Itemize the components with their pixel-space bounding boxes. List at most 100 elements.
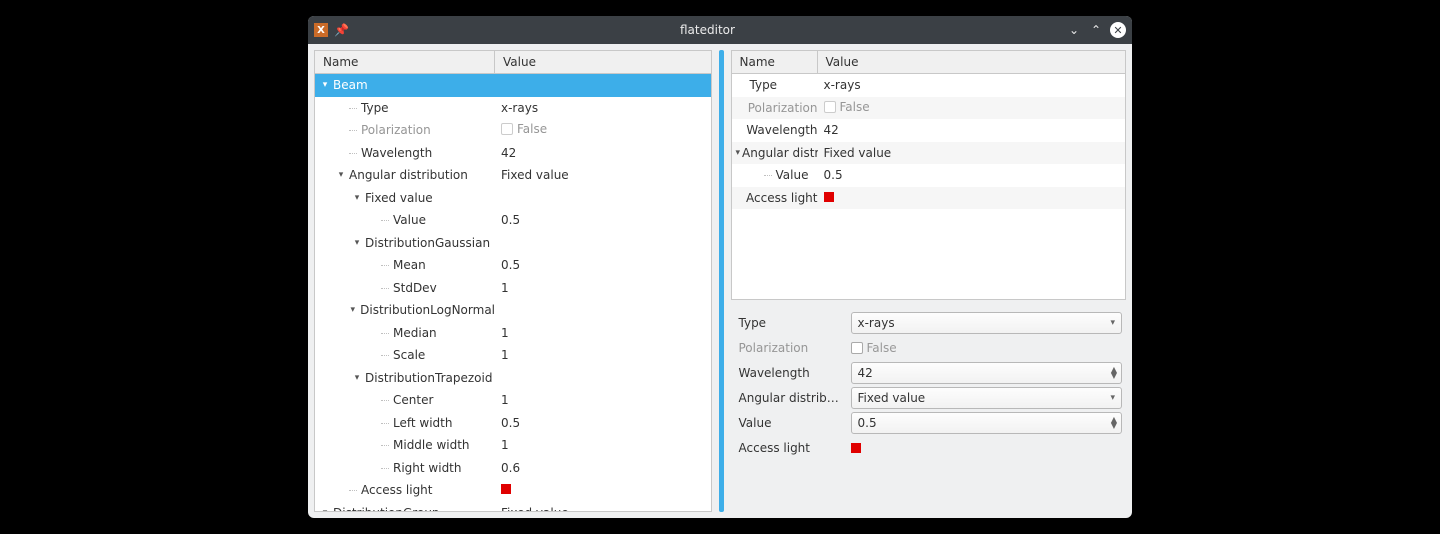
tree-node-value: 1 xyxy=(495,438,711,452)
color-swatch xyxy=(824,192,834,202)
tree-pane-right-top: Name Value Type x-rays PolarizationFalseWa… xyxy=(731,50,1127,300)
form-label: Angular distribution xyxy=(735,391,845,405)
form-pane: Typex-rays▾PolarizationFalseWavelength42… xyxy=(731,306,1127,512)
tree-row[interactable]: ▾DistributionGaussian xyxy=(315,232,711,255)
tree-node-value: Fixed value xyxy=(818,146,1126,160)
chevron-down-icon[interactable]: ▾ xyxy=(351,373,363,383)
dropdown-field[interactable]: x-rays▾ xyxy=(851,312,1123,334)
spinner-icon[interactable]: ▲▼ xyxy=(1111,417,1117,429)
tree-node-label: StdDev xyxy=(393,281,437,295)
tree-node-label: Median xyxy=(393,326,437,340)
chevron-down-icon: ▾ xyxy=(1110,318,1115,328)
splitter-vertical[interactable] xyxy=(719,50,724,512)
tree-row[interactable]: ▾Angular distri...Fixed value xyxy=(732,142,1126,165)
tree-row[interactable]: PolarizationFalse xyxy=(315,119,711,142)
close-button[interactable]: ✕ xyxy=(1110,22,1126,38)
col-value-header[interactable]: Value xyxy=(818,51,1126,73)
minimize-button[interactable]: ⌄ xyxy=(1066,22,1082,38)
tree-node-label: DistributionTrapezoid xyxy=(365,371,492,385)
tree-row[interactable]: Access light xyxy=(732,187,1126,210)
chevron-down-icon[interactable]: ▾ xyxy=(319,80,331,90)
tree-row[interactable]: ▾DistributionTrapezoid xyxy=(315,367,711,390)
tree-node-label: DistributionGroup xyxy=(333,506,440,511)
tree-row[interactable]: Access light xyxy=(315,479,711,502)
col-name-header[interactable]: Name xyxy=(732,51,818,73)
chevron-down-icon[interactable]: ▾ xyxy=(736,148,741,158)
left-tree-body[interactable]: ▾Beam Type x-rays PolarizationFalseWaveleng… xyxy=(315,74,711,511)
form-row: PolarizationFalse xyxy=(735,335,1123,360)
tree-row[interactable]: Right width 0.6 xyxy=(315,457,711,480)
tree-row[interactable]: Center1 xyxy=(315,389,711,412)
tree-row[interactable]: StdDev 1 xyxy=(315,277,711,300)
spin-field[interactable]: 42▲▼ xyxy=(851,362,1123,384)
tree-node-value: 0.5 xyxy=(495,213,711,227)
tree-node-value: 0.5 xyxy=(495,416,711,430)
app-icon: X xyxy=(314,23,328,37)
color-swatch xyxy=(501,484,511,494)
chevron-down-icon[interactable]: ▾ xyxy=(351,238,363,248)
chevron-down-icon[interactable]: ▾ xyxy=(319,508,331,511)
tree-node-value: Fixed value xyxy=(495,168,711,182)
pin-icon[interactable]: 📌 xyxy=(334,23,349,37)
tree-row[interactable]: Median 1 xyxy=(315,322,711,345)
window-title: flateditor xyxy=(349,23,1066,37)
tree-node-label: Left width xyxy=(393,416,452,430)
tree-node-label: Polarization xyxy=(748,101,818,115)
tree-node-label: Mean xyxy=(393,258,426,272)
checkbox-icon xyxy=(501,123,513,135)
tree-row[interactable]: Scale 1 xyxy=(315,344,711,367)
tree-node-label: Type xyxy=(361,101,389,115)
spin-field[interactable]: 0.5▲▼ xyxy=(851,412,1123,434)
chevron-down-icon[interactable]: ▾ xyxy=(335,170,347,180)
form-row: Wavelength42▲▼ xyxy=(735,360,1123,385)
tree-node-label: Angular distribution xyxy=(349,168,468,182)
tree-node-value: x-rays xyxy=(818,78,1126,92)
tree-row[interactable]: Left width 0.5 xyxy=(315,412,711,435)
tree-node-label: Polarization xyxy=(361,123,431,137)
titlebar[interactable]: X 📌 flateditor ⌄ ⌃ ✕ xyxy=(308,16,1132,44)
tree-node-value: 42 xyxy=(495,146,711,160)
tree-node-label: Middle width xyxy=(393,438,470,452)
chevron-down-icon: ▾ xyxy=(1110,393,1115,403)
dropdown-field[interactable]: Fixed value▾ xyxy=(851,387,1123,409)
form-row: Value0.5▲▼ xyxy=(735,410,1123,435)
tree-node-label: Fixed value xyxy=(365,191,433,205)
tree-row[interactable]: Mean0.5 xyxy=(315,254,711,277)
form-row: Access light xyxy=(735,435,1123,460)
tree-row[interactable]: Value0.5 xyxy=(732,164,1126,187)
spinner-icon[interactable]: ▲▼ xyxy=(1111,367,1117,379)
checkbox-field: False xyxy=(851,337,1123,359)
tree-row[interactable]: PolarizationFalse xyxy=(732,97,1126,120)
tree-node-label: Right width xyxy=(393,461,462,475)
checkbox-icon xyxy=(824,101,836,113)
tree-row[interactable]: Wavelength42 xyxy=(315,142,711,165)
tree-row[interactable]: Middle width 1 xyxy=(315,434,711,457)
tree-node-value: 1 xyxy=(495,281,711,295)
checkbox-icon xyxy=(851,342,863,354)
tree-row[interactable]: Wavelength42 xyxy=(732,119,1126,142)
color-swatch[interactable] xyxy=(851,443,861,453)
tree-node-value: 0.6 xyxy=(495,461,711,475)
tree-node-value: x-rays xyxy=(495,101,711,115)
tree-node-label: Scale xyxy=(393,348,425,362)
tree-node-value xyxy=(495,483,711,497)
maximize-button[interactable]: ⌃ xyxy=(1088,22,1104,38)
tree-node-value: 42 xyxy=(818,123,1126,137)
tree-node-label: Type xyxy=(750,78,778,92)
tree-row[interactable]: ▾DistributionGroupFixed value xyxy=(315,502,711,512)
tree-row[interactable]: ▾Beam xyxy=(315,74,711,97)
col-value-header[interactable]: Value xyxy=(495,51,711,73)
tree-row[interactable]: ▾DistributionLogNormal xyxy=(315,299,711,322)
right-tree-body[interactable]: Typex-raysPolarizationFalseWavelength42▾… xyxy=(732,74,1126,209)
chevron-down-icon[interactable]: ▾ xyxy=(351,193,363,203)
col-name-header[interactable]: Name xyxy=(315,51,495,73)
tree-node-value: 1 xyxy=(495,348,711,362)
tree-node-value: 1 xyxy=(495,326,711,340)
tree-row[interactable]: ▾Angular distribution Fixed value xyxy=(315,164,711,187)
tree-node-value xyxy=(818,191,1126,205)
tree-row[interactable]: Value0.5 xyxy=(315,209,711,232)
tree-row[interactable]: Type x-rays xyxy=(732,74,1126,97)
tree-row[interactable]: Type x-rays xyxy=(315,97,711,120)
tree-row[interactable]: ▾Fixed value xyxy=(315,187,711,210)
chevron-down-icon[interactable]: ▾ xyxy=(347,305,358,315)
